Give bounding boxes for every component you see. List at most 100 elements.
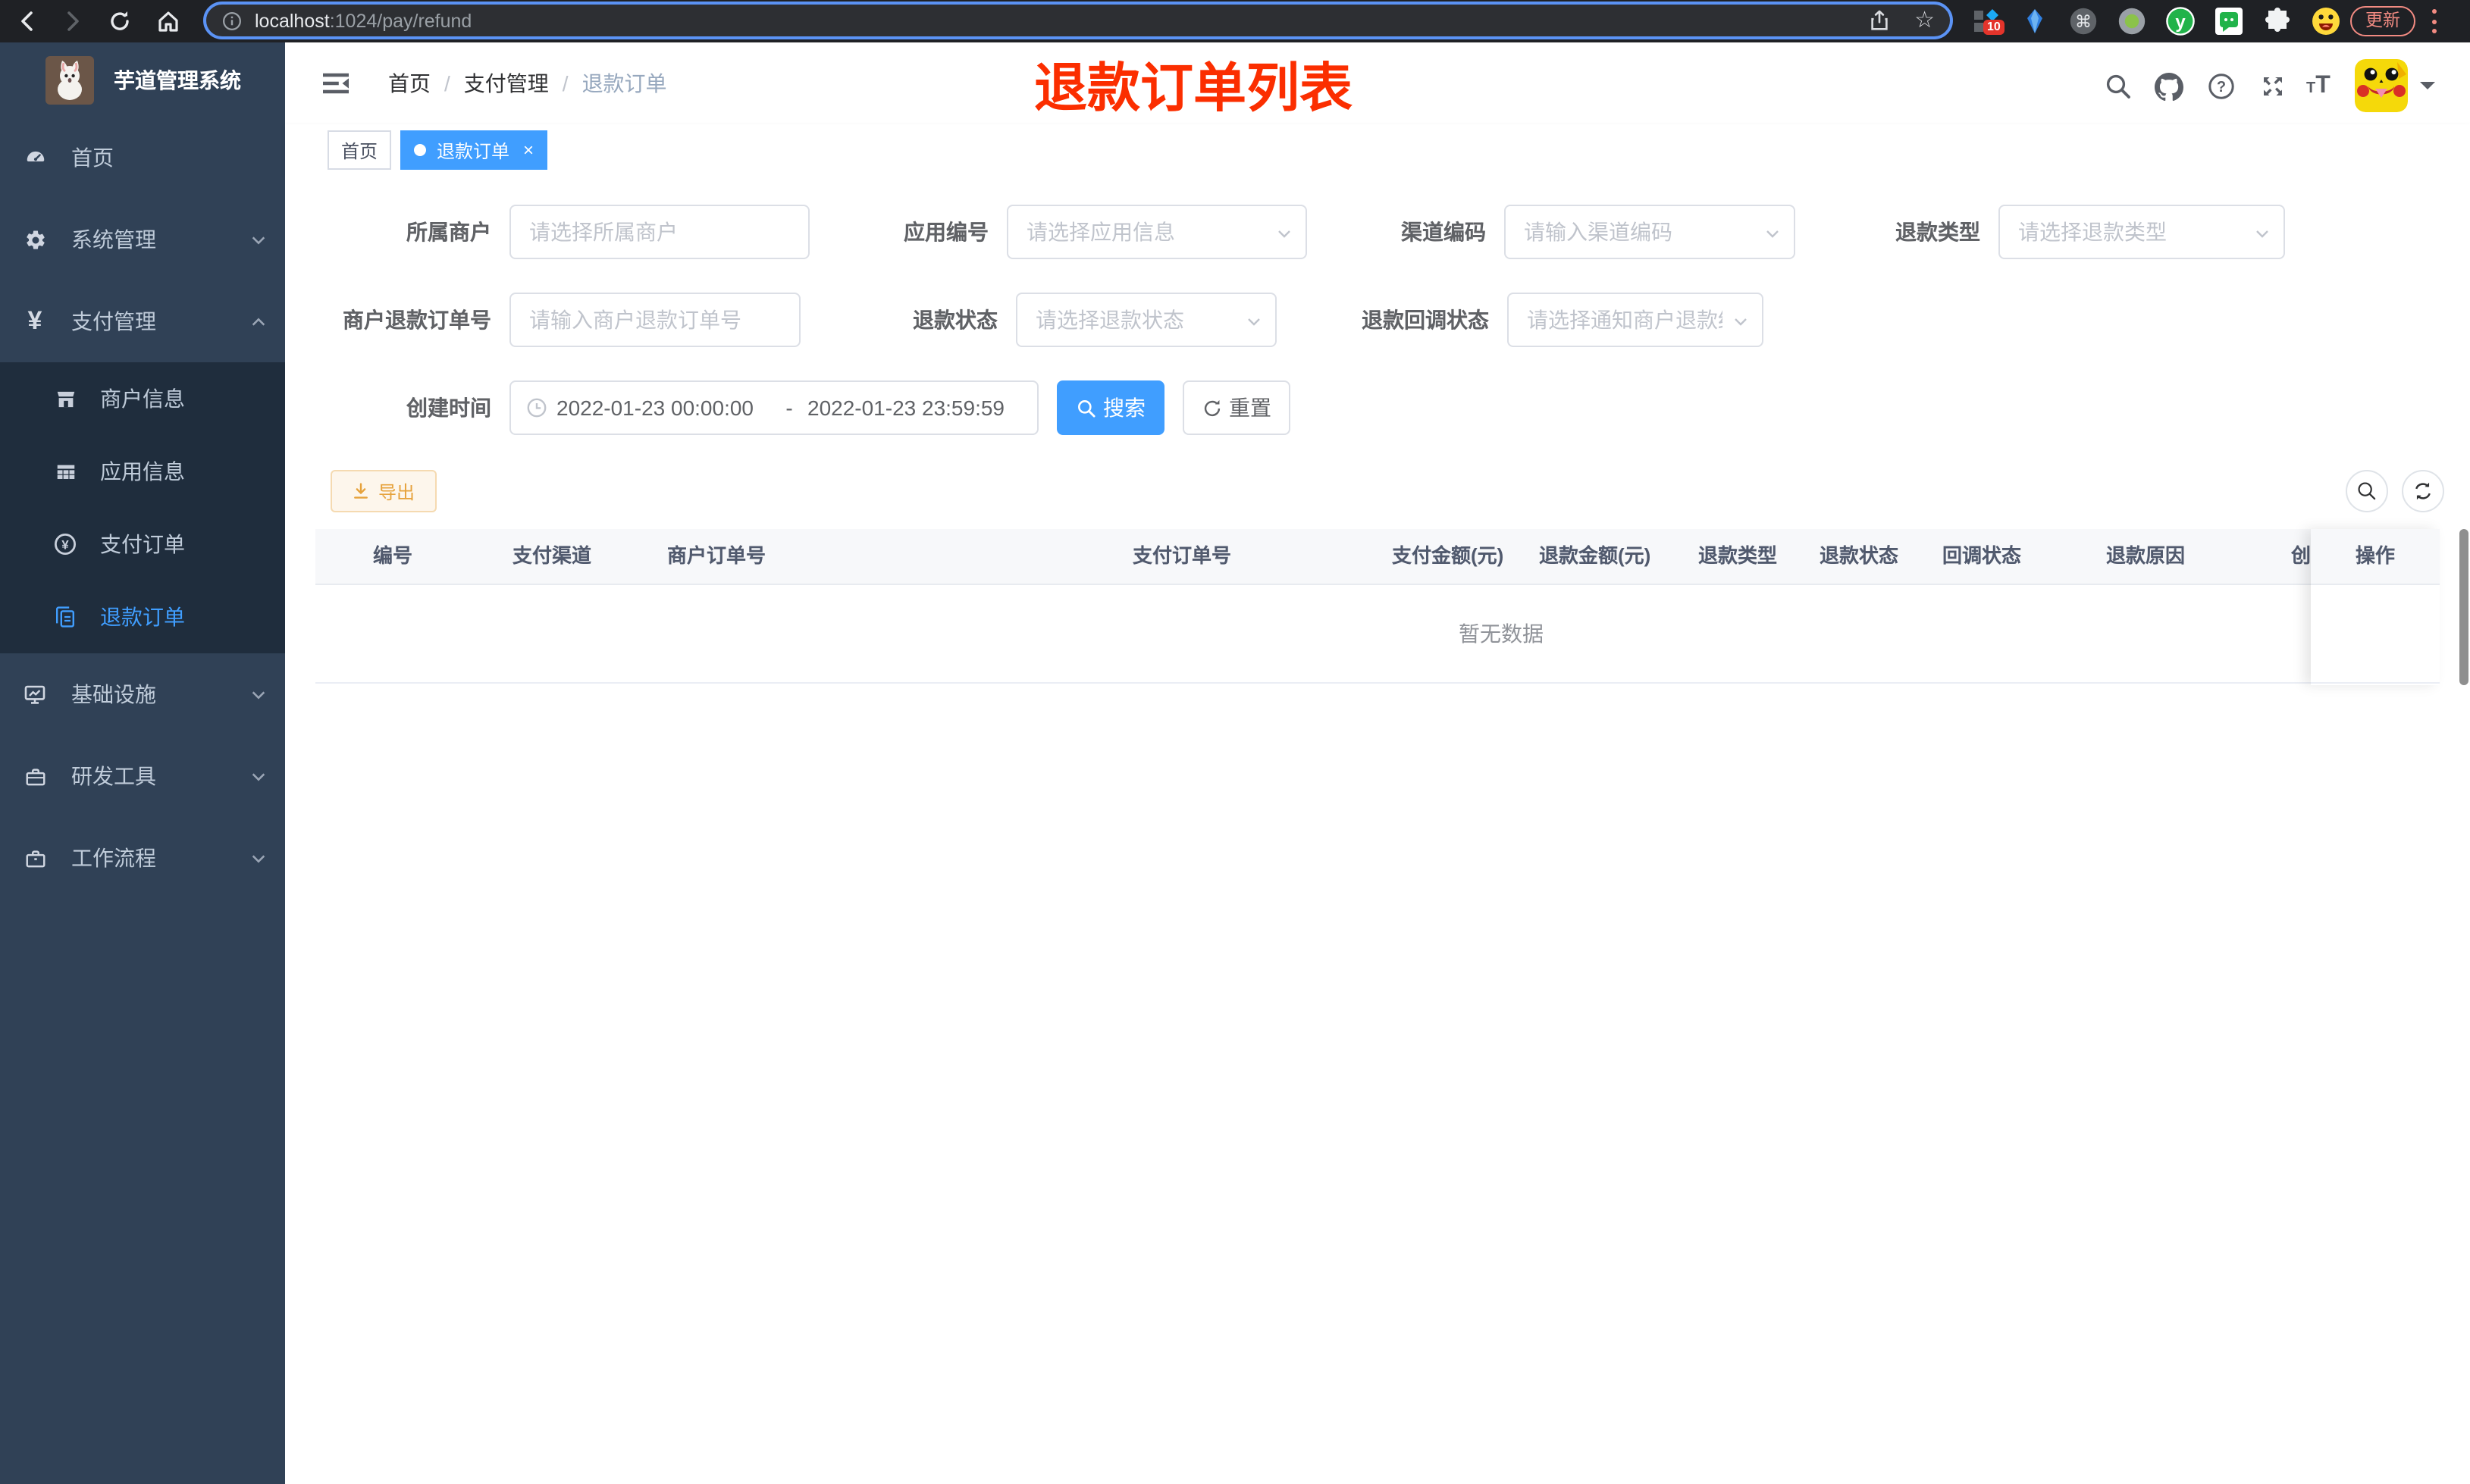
col-refund-type: 退款类型 [1698, 544, 1778, 567]
chevron-up-icon [252, 318, 265, 326]
search-icon [2358, 482, 2376, 500]
col-pay-amount: 支付金额(元) [1392, 544, 1504, 567]
font-size-icon[interactable]: TT [2306, 73, 2346, 100]
extension-icon-recorder[interactable] [2117, 6, 2147, 36]
extension-icon-command[interactable]: ⌘ [2068, 6, 2099, 36]
sidebar-item-home[interactable]: 首页 [0, 117, 285, 199]
site-info-icon[interactable] [221, 10, 243, 31]
extension-badge: 10 [1983, 20, 2005, 35]
search-icon[interactable] [2105, 73, 2132, 100]
search-icon [1077, 399, 1095, 417]
col-refund-amount: 退款金额(元) [1539, 544, 1651, 567]
refund-status-select[interactable]: 请选择退款状态 [1016, 293, 1277, 347]
address-bar[interactable]: localhost:1024/pay/refund ☆ [203, 2, 1953, 39]
content: 所属商户 请选择所属商户 应用编号 请选择应用信息 渠道编码 请输入渠道编码 退… [285, 174, 2470, 1484]
avatar[interactable] [2355, 59, 2408, 112]
sidebar-item-pay[interactable]: ¥ 支付管理 [0, 280, 285, 362]
yen-circle-icon: ¥ [49, 532, 82, 556]
tab-home[interactable]: 首页 [328, 130, 392, 170]
page-annotation: 退款订单列表 [1034, 59, 1353, 118]
search-button[interactable]: 搜索 [1057, 380, 1164, 435]
sidebar-item-workflow[interactable]: 工作流程 [0, 817, 285, 899]
url-text: localhost:1024/pay/refund [255, 10, 472, 31]
create-time-label: 创建时间 [406, 396, 491, 420]
dashboard-icon [18, 146, 52, 169]
logo-rabbit-image [45, 55, 94, 104]
browser-update-button[interactable]: 更新 [2350, 6, 2415, 36]
extension-icon-puzzle[interactable] [2262, 6, 2293, 36]
refund-table: 编号 支付渠道 商户订单号 支付订单号 支付金额(元) 退款金额(元) 退款类型… [315, 529, 2440, 685]
notify-status-select[interactable]: 请选择通知商户退款结果的 [1507, 293, 1763, 347]
col-channel: 支付渠道 [512, 544, 592, 567]
breadcrumb-home[interactable]: 首页 [388, 68, 431, 99]
svg-text:y: y [2175, 12, 2186, 33]
reset-button[interactable]: 重置 [1183, 380, 1290, 435]
col-callback-status: 回调状态 [1942, 544, 2022, 567]
table-header: 编号 支付渠道 商户订单号 支付订单号 支付金额(元) 退款金额(元) 退款类型… [315, 529, 2312, 585]
sidebar-item-refund-order[interactable]: 退款订单 [0, 581, 285, 653]
tab-refund-order[interactable]: 退款订单 × [400, 130, 548, 170]
close-icon[interactable]: × [523, 141, 534, 159]
extension-icon-y[interactable]: y [2165, 6, 2196, 36]
monitor-icon [18, 682, 52, 706]
tabs-bar: 首页 退款订单 × [285, 124, 2470, 176]
chevron-down-icon [1735, 318, 1747, 326]
refund-status-label: 退款状态 [913, 308, 998, 332]
browser-forward-icon[interactable] [61, 9, 85, 33]
navbar: 首页 / 支付管理 / 退款订单 退款订单列表 ? TT [285, 42, 2470, 124]
export-button[interactable]: 导出 [331, 470, 437, 512]
sidebar-item-app-info[interactable]: 应用信息 [0, 435, 285, 508]
merchant-refund-no-label: 商户退款订单号 [343, 308, 491, 332]
col-create-time: 创建时间 [2291, 544, 2312, 567]
refund-type-select[interactable]: 请选择退款类型 [1998, 205, 2285, 259]
refresh-icon [2415, 482, 2431, 500]
refresh-icon [1203, 399, 1220, 416]
fullscreen-icon[interactable] [2259, 73, 2287, 100]
extension-icon-emoji[interactable] [2311, 6, 2341, 36]
briefcase-icon [18, 847, 52, 869]
col-action: 操作 [2311, 529, 2440, 585]
store-icon [49, 387, 82, 410]
merchant-refund-no-input[interactable]: 请输入商户退款订单号 [509, 293, 801, 347]
browser-home-icon[interactable] [156, 9, 180, 33]
caret-down-icon[interactable] [2420, 82, 2435, 97]
github-icon[interactable] [2155, 73, 2183, 102]
breadcrumb: 首页 / 支付管理 / 退款订单 [388, 42, 667, 124]
toggle-search-button[interactable] [2346, 470, 2388, 512]
extension-icon-tabs[interactable]: 10 [1971, 6, 2005, 36]
notify-status-label: 退款回调状态 [1362, 308, 1489, 332]
gear-icon [18, 228, 52, 251]
sidebar-item-pay-order[interactable]: ¥ 支付订单 [0, 508, 285, 581]
browser-chrome: localhost:1024/pay/refund ☆ 10 ⌘ y 更新 [0, 0, 2470, 42]
sidebar-item-system[interactable]: 系统管理 [0, 199, 285, 280]
sidebar-submenu-pay: 商户信息 应用信息 ¥ 支付订单 退款订单 [0, 362, 285, 653]
sidebar: 芋道管理系统 首页 系统管理 ¥ 支付管理 商户信息 应用信息 ¥ 支付订单 退… [0, 42, 285, 1484]
start-date-value[interactable]: 2022-01-23 00:00:00 [556, 396, 771, 420]
extension-icon-gem[interactable] [2020, 6, 2050, 36]
browser-menu-icon[interactable] [2432, 9, 2438, 33]
clock-icon [527, 398, 547, 418]
sidebar-item-devtools[interactable]: 研发工具 [0, 735, 285, 817]
app-title: 芋道管理系统 [114, 67, 241, 92]
hamburger-icon[interactable] [323, 71, 349, 95]
col-id: 编号 [373, 544, 413, 567]
help-icon[interactable]: ? [2208, 73, 2235, 100]
active-dot-icon [414, 144, 426, 156]
bookmark-star-icon[interactable]: ☆ [1914, 9, 1935, 32]
breadcrumb-separator: / [444, 71, 450, 95]
chevron-down-icon [252, 773, 265, 781]
col-pay-order-no: 支付订单号 [1133, 544, 1232, 567]
sidebar-item-merchant-info[interactable]: 商户信息 [0, 362, 285, 435]
sidebar-item-infra[interactable]: 基础设施 [0, 653, 285, 735]
browser-reload-icon[interactable] [108, 9, 132, 33]
sidebar-logo[interactable]: 芋道管理系统 [0, 42, 285, 117]
create-time-range-picker[interactable]: 2022-01-23 00:00:00 - 2022-01-23 23:59:5… [509, 380, 1039, 435]
extension-icon-chat[interactable] [2214, 6, 2244, 36]
end-date-value[interactable]: 2022-01-23 23:59:59 [807, 396, 1022, 420]
share-icon[interactable] [1867, 9, 1890, 32]
scrollbar-thumb[interactable] [2459, 529, 2468, 685]
refresh-table-button[interactable] [2402, 470, 2444, 512]
browser-back-icon[interactable] [15, 9, 39, 33]
channel-select[interactable]: 请输入渠道编码 [1504, 205, 1795, 259]
breadcrumb-section[interactable]: 支付管理 [464, 68, 549, 99]
